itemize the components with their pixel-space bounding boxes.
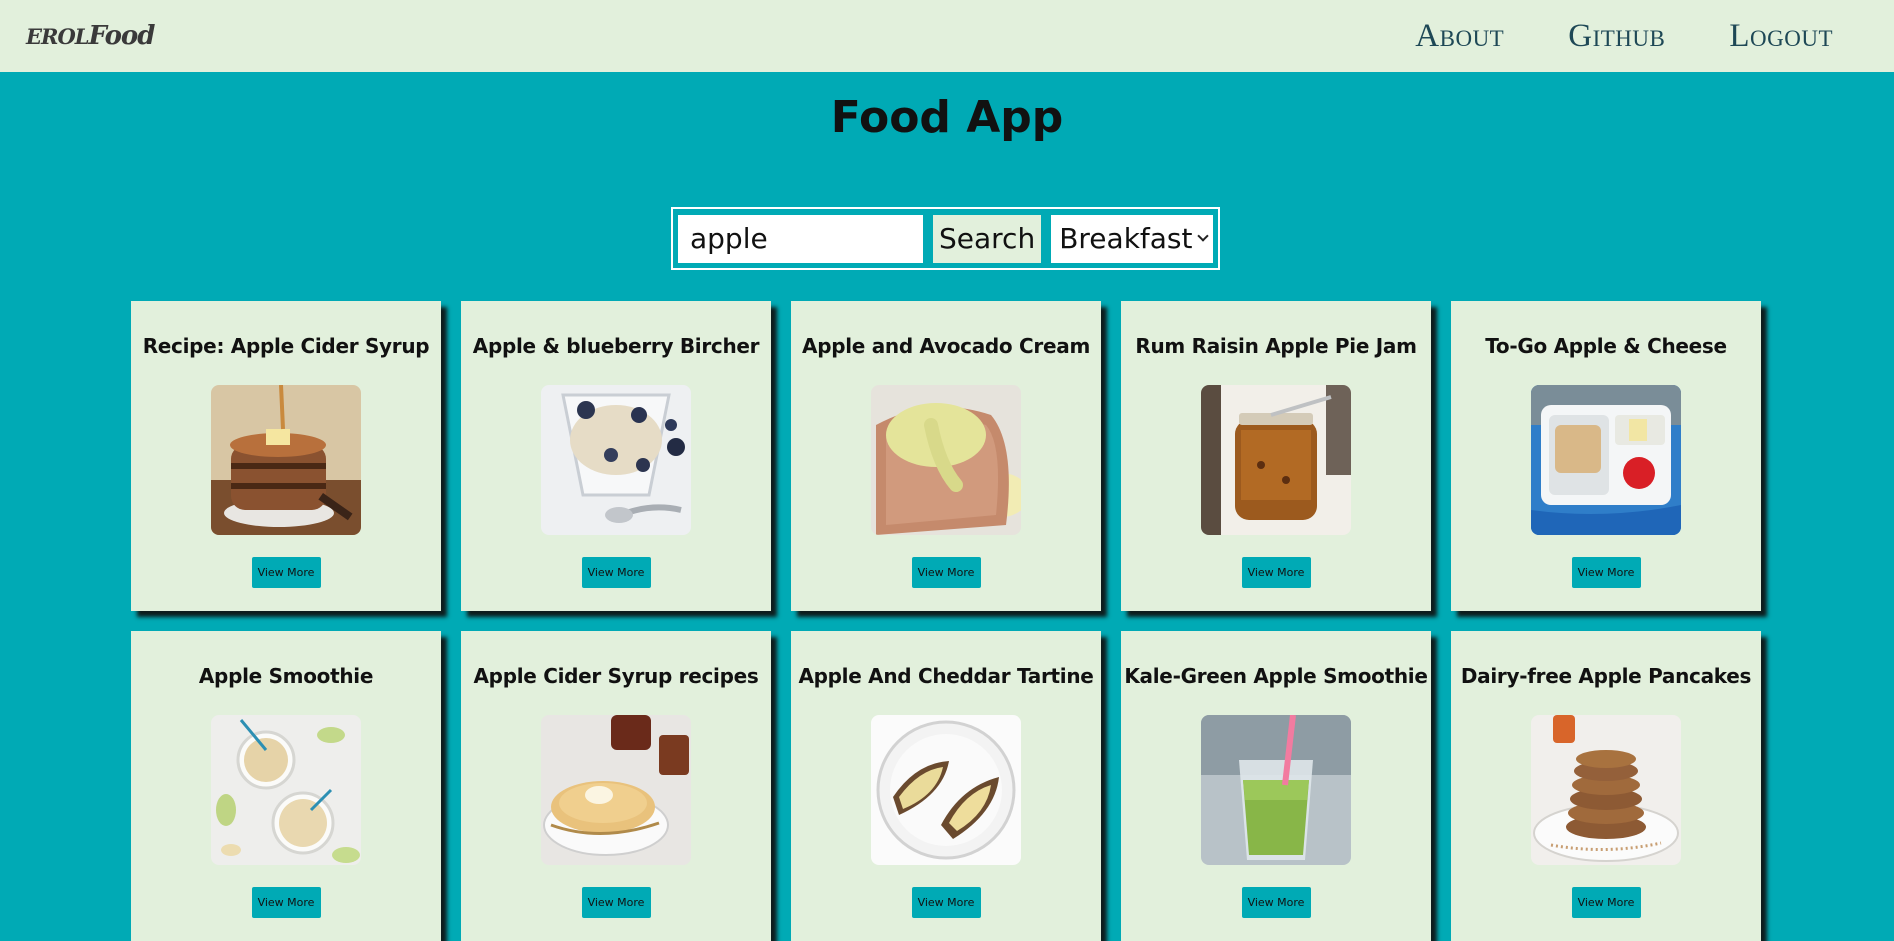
recipe-grid: Recipe: Apple Cider Syrup View More Appl… — [131, 301, 1761, 941]
recipe-image — [541, 385, 691, 535]
search-form: Search Breakfast — [671, 207, 1220, 270]
meal-type-select[interactable]: Breakfast — [1051, 214, 1213, 263]
view-more-button[interactable]: View More — [1571, 887, 1641, 918]
recipe-title: Apple & blueberry Bircher — [472, 334, 760, 358]
nav-link-github[interactable]: Github — [1568, 18, 1665, 55]
recipe-card: Dairy-free Apple Pancakes View More — [1451, 631, 1761, 941]
search-input[interactable] — [678, 214, 923, 263]
recipe-card: Kale-Green Apple Smoothie View More — [1121, 631, 1431, 941]
nav-links: About Github Logout — [1415, 18, 1868, 55]
recipe-card: Apple Smoothie View More — [131, 631, 441, 941]
view-more-button[interactable]: View More — [911, 887, 981, 918]
recipe-title: Apple And Cheddar Tartine — [798, 664, 1094, 688]
chevron-down-icon — [1197, 229, 1209, 242]
recipe-card: Apple and Avocado Cream View More — [791, 301, 1101, 611]
search-button[interactable]: Search — [933, 214, 1042, 263]
recipe-image — [211, 715, 361, 865]
recipe-image — [871, 385, 1021, 535]
recipe-title: Kale-Green Apple Smoothie — [1124, 664, 1428, 688]
view-more-button[interactable]: View More — [581, 887, 651, 918]
recipe-image — [871, 715, 1021, 865]
recipe-image — [211, 385, 361, 535]
recipe-image — [1531, 715, 1681, 865]
recipe-card: Apple Cider Syrup recipes View More — [461, 631, 771, 941]
recipe-image — [1201, 385, 1351, 535]
recipe-title: Recipe: Apple Cider Syrup — [142, 334, 430, 358]
view-more-button[interactable]: View More — [251, 557, 321, 588]
view-more-button[interactable]: View More — [1241, 887, 1311, 918]
brand-prefix: erol — [26, 24, 90, 49]
nav-link-logout[interactable]: Logout — [1729, 18, 1833, 55]
recipe-image — [1531, 385, 1681, 535]
brand-logo[interactable]: erolFood — [26, 21, 156, 51]
recipe-title: To-Go Apple & Cheese — [1485, 334, 1727, 358]
recipe-card: Apple And Cheddar Tartine View More — [791, 631, 1101, 941]
recipe-image — [541, 715, 691, 865]
view-more-button[interactable]: View More — [1241, 557, 1311, 588]
brand-suffix: Food — [88, 21, 156, 51]
recipe-title: Rum Raisin Apple Pie Jam — [1135, 334, 1417, 358]
recipe-card: Recipe: Apple Cider Syrup View More — [131, 301, 441, 611]
page-title: Food App — [830, 92, 1064, 143]
nav-link-about[interactable]: About — [1415, 18, 1504, 55]
recipe-card: To-Go Apple & Cheese View More — [1451, 301, 1761, 611]
recipe-image — [1201, 715, 1351, 865]
view-more-button[interactable]: View More — [251, 887, 321, 918]
view-more-button[interactable]: View More — [581, 557, 651, 588]
recipe-title: Apple and Avocado Cream — [802, 334, 1090, 358]
recipe-title: Dairy-free Apple Pancakes — [1460, 664, 1752, 688]
recipe-card: Apple & blueberry Bircher View More — [461, 301, 771, 611]
recipe-title: Apple Cider Syrup recipes — [473, 664, 759, 688]
recipe-title: Apple Smoothie — [198, 664, 374, 688]
navbar: erolFood About Github Logout — [0, 0, 1894, 72]
meal-type-value: Breakfast — [1059, 222, 1193, 255]
recipe-card: Rum Raisin Apple Pie Jam View More — [1121, 301, 1431, 611]
view-more-button[interactable]: View More — [1571, 557, 1641, 588]
view-more-button[interactable]: View More — [911, 557, 981, 588]
